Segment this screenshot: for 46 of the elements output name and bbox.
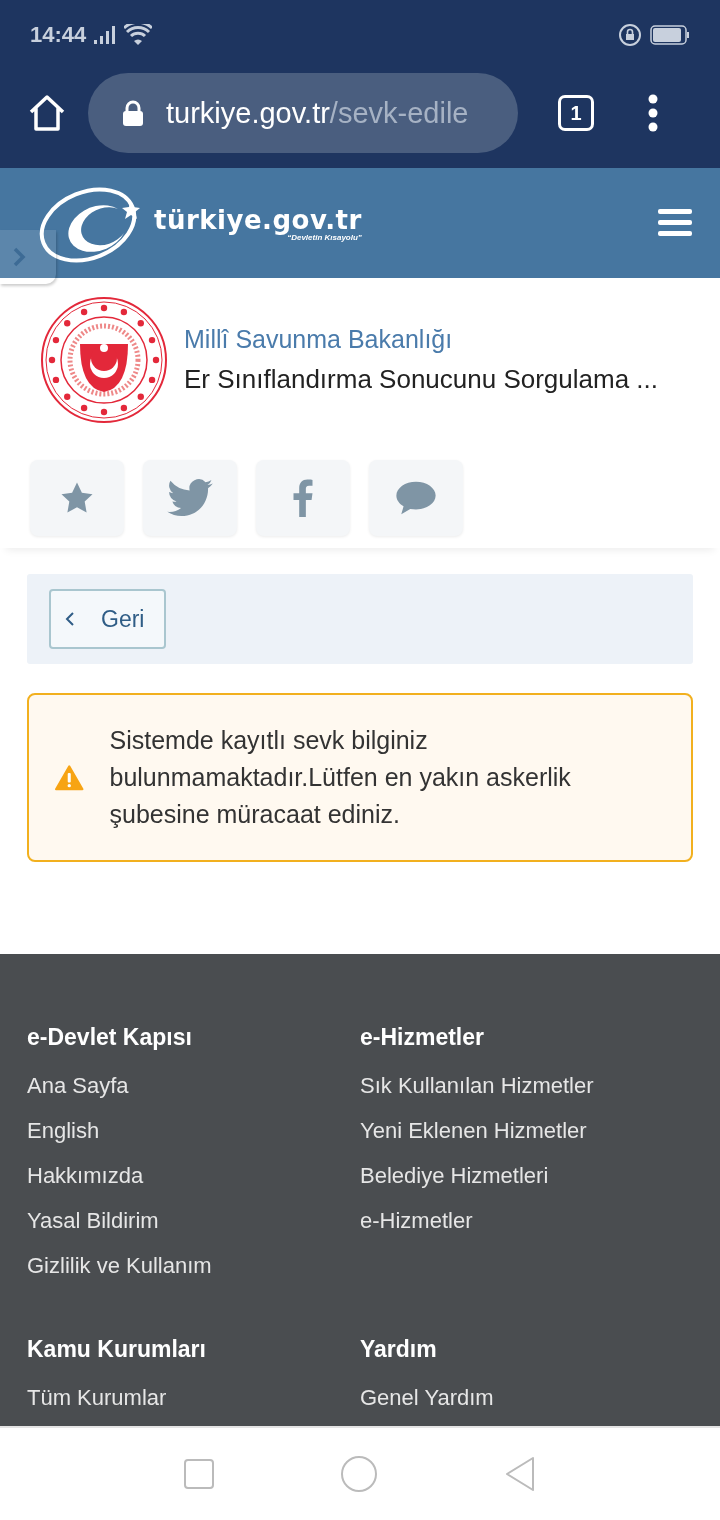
chevron-right-icon (12, 246, 26, 268)
wifi-icon (124, 24, 153, 46)
service-title: Er Sınıflandırma Sonucunu Sorgulama ... (184, 364, 659, 395)
battery-icon (650, 25, 690, 45)
footer-link[interactable]: Ana Sayfa (27, 1063, 360, 1108)
logo-text: türkiye.gov.tr (154, 204, 362, 235)
address-bar[interactable]: turkiye.gov.tr/sevk-edile (88, 73, 518, 153)
footer-link[interactable]: English (27, 1108, 360, 1153)
footer-heading: e-Hizmetler (360, 1024, 485, 1051)
comment-button[interactable] (369, 460, 463, 536)
recent-apps-icon[interactable] (183, 1459, 214, 1489)
alert-message: Sistemde kayıtlı sevk bilginiz bulunmamaktadır.Lütfen en yakın askerlik şubesine müracaat ediniz. (109, 725, 572, 830)
footer-heading: Yardım (360, 1336, 438, 1363)
status-time: 14:44 (30, 22, 87, 48)
tab-count-button[interactable]: 1 (558, 95, 594, 131)
star-button[interactable] (30, 460, 124, 536)
footer-link[interactable]: Hakkımızda (27, 1153, 360, 1198)
footer-heading: Kamu Kurumları (27, 1336, 207, 1363)
url-text: turkiye.gov.tr/sevk-edile (166, 96, 469, 130)
footer-link[interactable]: e-Hizmetler (360, 1198, 720, 1243)
menu-icon[interactable] (658, 209, 692, 237)
emblem-icon (40, 296, 168, 424)
twitter-icon (167, 479, 213, 517)
footer-link[interactable]: Tüm Kurumlar (27, 1375, 360, 1420)
rotation-lock-icon (618, 23, 642, 47)
footer-link[interactable]: Belediye Hizmetleri (360, 1153, 720, 1198)
facebook-icon (293, 479, 313, 517)
logo-slogan: “Devletin Kısayolu” (287, 232, 362, 242)
more-options-icon[interactable] (646, 94, 660, 132)
back-icon[interactable] (504, 1456, 537, 1492)
lock-icon (122, 100, 144, 126)
speech-bubble-icon (396, 480, 436, 516)
footer-link[interactable]: Yasal Bildirim (27, 1198, 360, 1243)
footer-link[interactable]: Genel Yardım (360, 1375, 720, 1420)
signal-icon (94, 26, 117, 44)
sidebar-toggle[interactable] (0, 230, 56, 284)
star-icon (59, 481, 95, 515)
footer-link[interactable]: Sık Kullanılan Hizmetler (360, 1063, 720, 1108)
facebook-button[interactable] (256, 460, 350, 536)
footer-heading: e-Devlet Kapısı (27, 1024, 193, 1051)
agency-name[interactable]: Millî Savunma Bakanlığı (184, 325, 659, 354)
chevron-left-icon (65, 611, 75, 627)
footer-link[interactable]: Yeni Eklenen Hizmetler (360, 1108, 720, 1153)
back-button[interactable]: Geri (49, 589, 166, 649)
twitter-button[interactable] (143, 460, 237, 536)
footer-link[interactable]: Gizlilik ve Kullanım (27, 1243, 360, 1288)
